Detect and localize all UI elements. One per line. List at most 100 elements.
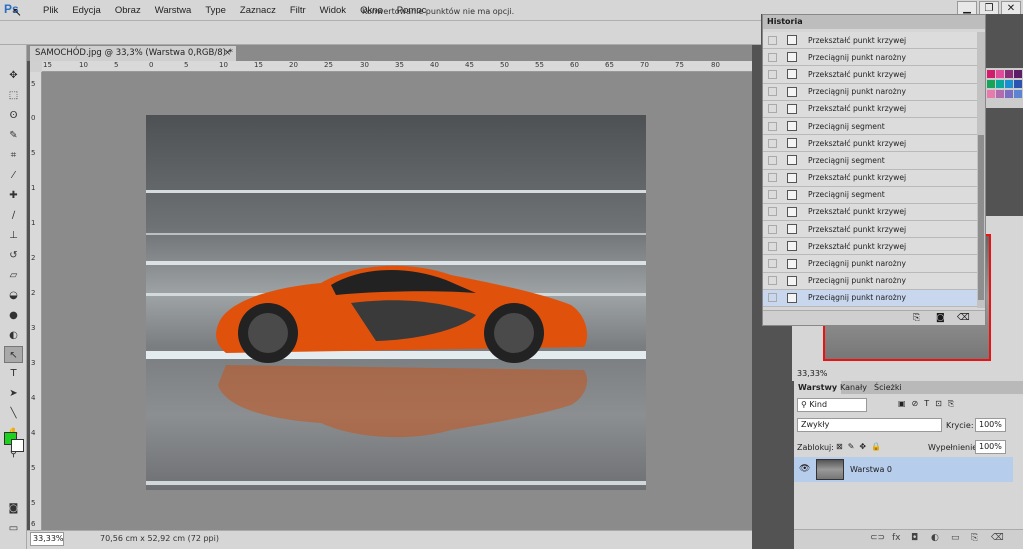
car-photo[interactable] <box>146 115 646 490</box>
background-color-swatch[interactable] <box>11 439 24 452</box>
history-checkbox[interactable] <box>768 121 777 131</box>
eraser-tool-icon[interactable]: ▱ <box>4 267 23 284</box>
history-item[interactable]: Przekształć punkt krzywej <box>763 203 977 222</box>
history-checkbox[interactable] <box>768 52 777 62</box>
history-checkbox[interactable] <box>768 155 777 165</box>
swatch[interactable] <box>987 90 995 98</box>
document-tab[interactable]: SAMOCHÓD.jpg @ 33,3% (Warstwa 0,RGB/8) *… <box>30 46 236 61</box>
swatch[interactable] <box>1014 70 1022 78</box>
history-item[interactable]: Przekształć punkt krzywej <box>763 32 977 50</box>
history-checkbox[interactable] <box>768 69 777 79</box>
swatch[interactable] <box>1005 80 1013 88</box>
type-tool-icon[interactable]: T <box>4 365 23 382</box>
history-item[interactable]: Przeciągnij segment <box>763 152 977 170</box>
clone-stamp-tool-icon[interactable]: ⊥ <box>4 227 23 244</box>
menu-type[interactable]: Type <box>198 0 233 21</box>
history-checkbox[interactable] <box>768 259 777 269</box>
quick-mask-icon[interactable]: ◙ <box>4 500 23 517</box>
add-mask-icon[interactable]: ◘ <box>911 533 918 543</box>
filter-icons[interactable]: ▣⊘T⊡⎘ <box>898 399 960 409</box>
blur-tool-icon[interactable]: ● <box>4 307 23 324</box>
new-group-icon[interactable]: ▭ <box>951 533 960 543</box>
path-select-tool-icon[interactable]: ➤ <box>4 385 23 402</box>
history-item[interactable]: Przekształć punkt krzywej <box>763 100 977 118</box>
line-tool-icon[interactable]: ╲ <box>4 405 23 422</box>
tab-paths[interactable]: Ścieżki <box>870 381 906 394</box>
history-item[interactable]: Przeciągnij segment <box>763 117 977 136</box>
history-checkbox[interactable] <box>768 104 777 114</box>
menu-warstwa[interactable]: Warstwa <box>148 0 199 21</box>
history-checkbox[interactable] <box>768 276 777 286</box>
blend-mode-select[interactable]: Zwykły <box>797 418 942 432</box>
history-checkbox[interactable] <box>768 224 777 234</box>
convert-point-tool-icon[interactable]: ↖ <box>12 3 34 21</box>
swatches-panel[interactable] <box>985 68 1023 108</box>
history-item[interactable]: Przeciągnij punkt narożny <box>763 83 977 101</box>
history-item[interactable]: Przeciągnij punkt narożny <box>763 49 977 67</box>
swatch[interactable] <box>1005 70 1013 78</box>
history-item[interactable]: Przekształć punkt krzywej <box>763 238 977 256</box>
move-tool-icon[interactable]: ✥ <box>4 67 23 84</box>
lasso-tool-icon[interactable]: ʘ <box>4 107 23 124</box>
history-checkbox[interactable] <box>768 173 777 183</box>
zoom-field[interactable]: 33,33% <box>30 532 64 546</box>
swatch[interactable] <box>1005 90 1013 98</box>
marquee-tool-icon[interactable]: ⬚ <box>4 87 23 104</box>
kind-filter-select[interactable]: ⚲ Kind <box>797 398 867 412</box>
paint-bucket-tool-icon[interactable]: ◒ <box>4 287 23 304</box>
eyedropper-tool-icon[interactable]: ⁄ <box>4 167 23 184</box>
healing-brush-tool-icon[interactable]: ✚ <box>4 187 23 204</box>
history-item[interactable]: Przeciągnij punkt narożny <box>763 255 977 273</box>
pen-tool-icon[interactable]: ↖ <box>4 346 23 363</box>
close-document-icon[interactable]: × <box>224 46 231 61</box>
opacity-input[interactable]: 100% <box>975 418 1006 432</box>
history-item[interactable]: Przekształć punkt krzywej <box>763 135 977 153</box>
tab-layers[interactable]: Warstwy <box>794 381 842 394</box>
menu-zaznacz[interactable]: Zaznacz <box>233 0 283 21</box>
quick-select-tool-icon[interactable]: ✎ <box>4 127 23 144</box>
history-scroll-thumb[interactable] <box>978 135 984 300</box>
snapshot-camera-icon[interactable]: ◙ <box>936 313 945 323</box>
swatch[interactable] <box>996 80 1004 88</box>
menu-filtr[interactable]: Filtr <box>283 0 313 21</box>
link-layers-icon[interactable]: ⊂⊃ <box>870 533 885 543</box>
lock-icons[interactable]: ⊠✎✥🔒 <box>836 442 886 451</box>
visibility-eye-icon[interactable]: 👁 <box>799 464 810 474</box>
fx-icon[interactable]: fx <box>892 533 901 543</box>
layer-name[interactable]: Warstwa 0 <box>850 465 892 474</box>
history-checkbox[interactable] <box>768 138 777 148</box>
history-brush-tool-icon[interactable]: ↺ <box>4 247 23 264</box>
swatch[interactable] <box>1014 80 1022 88</box>
fill-input[interactable]: 100% <box>975 440 1006 454</box>
history-checkbox[interactable] <box>768 35 777 45</box>
history-item[interactable]: Przeciągnij segment <box>763 186 977 204</box>
menu-widok[interactable]: Widok <box>313 0 353 21</box>
trash-icon[interactable]: ⌫ <box>991 533 1004 543</box>
swatch[interactable] <box>996 70 1004 78</box>
swatch[interactable] <box>987 70 995 78</box>
navigator-zoom[interactable]: 33,33% <box>794 368 1023 380</box>
history-item[interactable]: Przekształć punkt krzywej <box>763 66 977 84</box>
swatch[interactable] <box>987 80 995 88</box>
menu-plik[interactable]: Plik <box>36 0 65 21</box>
screen-mode-icon[interactable]: ▭ <box>4 520 23 537</box>
swatch[interactable] <box>996 90 1004 98</box>
brush-tool-icon[interactable]: ∕ <box>4 207 23 224</box>
swatch[interactable] <box>1014 90 1022 98</box>
history-item[interactable]: Przekształć punkt krzywej <box>763 221 977 239</box>
ruler-left[interactable]: 5 0 5 1 1 2 2 3 3 4 4 5 5 6 <box>30 72 42 530</box>
menu-edycja[interactable]: Edycja <box>65 0 108 21</box>
dodge-tool-icon[interactable]: ◐ <box>4 327 23 344</box>
tab-channels[interactable]: Kanały <box>836 381 871 394</box>
history-checkbox[interactable] <box>768 241 777 251</box>
history-checkbox[interactable] <box>768 207 777 217</box>
history-item[interactable]: Przeciągnij punkt narożny <box>763 272 977 290</box>
new-document-from-state-icon[interactable]: ⎘ <box>913 313 920 323</box>
menu-obraz[interactable]: Obraz <box>108 0 148 21</box>
history-item-selected[interactable]: Przeciągnij punkt narożny <box>763 289 977 307</box>
history-checkbox[interactable] <box>768 190 777 200</box>
history-checkbox[interactable] <box>768 87 777 97</box>
adjustment-layer-icon[interactable]: ◐ <box>931 533 939 543</box>
history-checkbox[interactable] <box>768 293 777 303</box>
history-item[interactable]: Przekształć punkt krzywej <box>763 169 977 187</box>
